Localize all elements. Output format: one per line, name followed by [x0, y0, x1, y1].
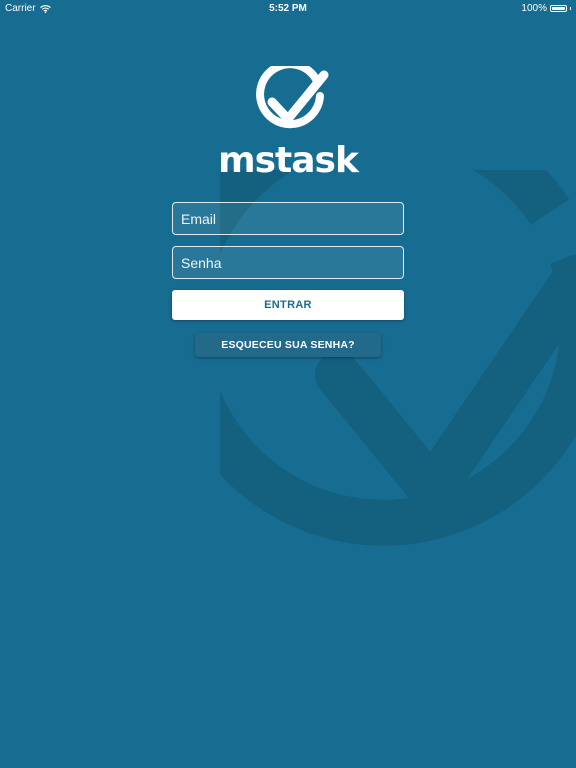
password-field[interactable]: [172, 246, 404, 279]
check-circle-icon: [256, 66, 329, 129]
login-button[interactable]: ENTRAR: [172, 290, 404, 320]
battery-tip: [570, 7, 571, 10]
brand-name: mstask: [218, 140, 359, 181]
status-time: 5:52 PM: [269, 3, 307, 14]
battery-fill: [552, 7, 565, 10]
battery-percent: 100%: [521, 3, 547, 14]
email-field[interactable]: [172, 202, 404, 235]
forgot-password-button[interactable]: ESQUECEU SUA SENHA?: [195, 333, 381, 357]
battery-icon: [550, 5, 567, 12]
status-right: 100%: [521, 3, 571, 14]
status-bar: Carrier 5:52 PM 100%: [0, 0, 576, 18]
